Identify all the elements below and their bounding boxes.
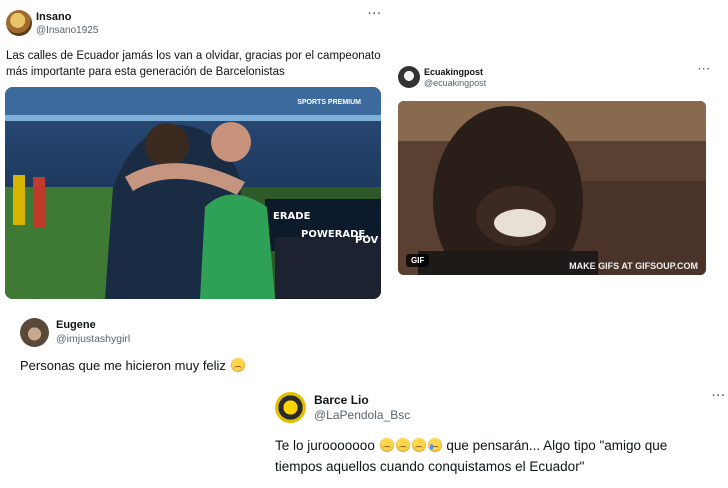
tweet-text: Las calles de Ecuador jamás los van a ol… [6,50,381,78]
gif-badge[interactable]: GIF [406,254,430,267]
avatar[interactable] [20,318,49,347]
tweet-photo[interactable]: ERADE POWERADE. POV SPORTS PREMIUM [5,87,381,299]
pleading-face-emoji-icon [395,438,410,452]
broadcaster-logo: SPORTS PREMIUM [297,99,361,106]
pleading-face-emoji-icon [411,438,426,452]
crying-man-gif [398,101,706,275]
author-name[interactable]: Insano [36,11,71,23]
tweet-text-start: Te lo jurooooooo [275,438,375,453]
tweet-insano[interactable]: Insano @Insano1925 ··· Las calles de Ecu… [0,0,390,310]
gif-watermark: MAKE GIFS AT GIFSOUP.COM [569,261,698,271]
author-handle[interactable]: @LaPendola_Bsc [314,408,410,422]
tweet-ecuakingpost[interactable]: Ecuakingpost @ecuakingpost ··· GIF MAKE … [392,58,728,280]
pleading-face-emoji-icon [379,438,394,452]
tweet-barce-lio[interactable]: Barce Lio @LaPendola_Bsc ··· Te lo juroo… [260,380,728,488]
tweet-gif[interactable]: GIF MAKE GIFS AT GIFSOUP.COM [398,101,706,275]
author-name[interactable]: Ecuakingpost [424,67,483,77]
avatar[interactable] [6,10,32,36]
author-name[interactable]: Barce Lio [314,393,369,407]
avatar[interactable] [275,392,306,423]
author-handle[interactable]: @imjustashygirl [56,333,130,345]
author-handle[interactable]: @ecuakingpost [424,78,486,88]
stadium-hug-image [5,87,381,299]
more-options-icon[interactable]: ··· [712,390,726,402]
board-text: ERADE [273,211,311,222]
crying-face-emoji-icon [427,438,442,452]
board-text: POV [355,235,379,246]
tweet-text: Personas que me hicieron muy feliz [20,358,246,373]
author-name[interactable]: Eugene [56,319,96,331]
more-options-icon[interactable]: ··· [368,8,382,20]
tweet-text-content: Personas que me hicieron muy feliz [20,358,226,373]
tweet-text: Te lo jurooooooo que pensarán... Algo ti… [275,435,715,477]
more-options-icon[interactable]: ··· [698,64,711,75]
avatar[interactable] [398,66,420,88]
author-handle[interactable]: @Insano1925 [36,25,98,36]
pleading-face-emoji-icon [230,358,245,372]
